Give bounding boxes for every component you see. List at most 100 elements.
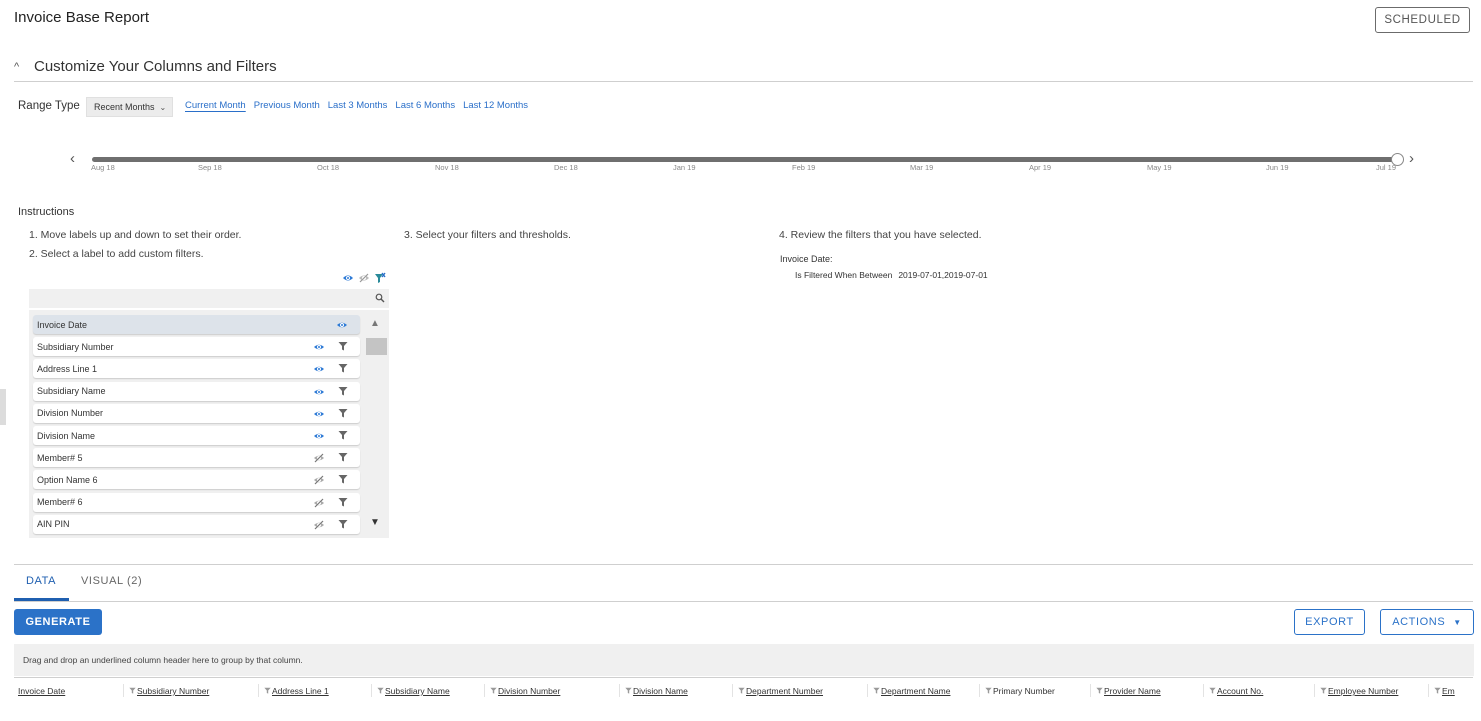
column-resize-handle[interactable] [371, 684, 372, 697]
grid-column-header[interactable]: Invoice Date [18, 686, 65, 696]
eye-icon[interactable] [313, 341, 325, 355]
column-resize-handle[interactable] [619, 684, 620, 697]
filter-icon[interactable] [338, 341, 348, 353]
range-link-current-month[interactable]: Current Month [185, 100, 246, 111]
column-list-item[interactable]: Member# 5 [33, 448, 360, 468]
eye-icon[interactable] [313, 363, 325, 377]
grid-column-header[interactable]: Provider Name [1096, 686, 1161, 696]
scroll-down-icon[interactable]: ▼ [370, 517, 380, 528]
column-list-item[interactable]: Member# 6 [33, 492, 360, 512]
grid-column-header[interactable]: Em [1434, 686, 1455, 696]
grid-column-header[interactable]: Department Name [873, 686, 950, 696]
column-list-item[interactable]: AIN PIN [33, 514, 360, 534]
filter-icon[interactable] [338, 386, 348, 398]
column-search-input[interactable] [29, 289, 389, 308]
scroll-up-icon[interactable]: ▲ [370, 318, 380, 329]
range-type-select[interactable]: Recent Months ⌄ [86, 97, 173, 117]
review-value: 2019-07-01,2019-07-01 [898, 270, 988, 280]
column-list-item[interactable]: Subsidiary Name [33, 381, 360, 401]
side-panel-handle[interactable] [0, 389, 6, 425]
eye-icon[interactable] [336, 319, 348, 333]
column-filter-icon[interactable] [490, 686, 498, 696]
column-filter-icon[interactable] [738, 686, 746, 696]
range-link-last-12-months[interactable]: Last 12 Months [463, 100, 528, 111]
review-filter-line: Is Filtered When Between 2019-07-01,2019-… [795, 270, 988, 280]
column-resize-handle[interactable] [1314, 684, 1315, 697]
column-filter-icon[interactable] [264, 686, 272, 696]
grid-column-header[interactable]: Primary Number [985, 686, 1055, 696]
filter-icon[interactable] [338, 474, 348, 486]
grid-column-header-label: Department Number [746, 686, 824, 696]
column-list-item[interactable]: Address Line 1 [33, 359, 360, 379]
column-resize-handle[interactable] [123, 684, 124, 697]
timeline-prev-icon[interactable]: ‹ [70, 150, 75, 167]
group-by-drop-zone[interactable]: Drag and drop an underlined column heade… [14, 644, 1474, 676]
filter-icon[interactable] [338, 497, 348, 509]
range-link-last-3-months[interactable]: Last 3 Months [328, 100, 388, 111]
column-resize-handle[interactable] [258, 684, 259, 697]
actions-button[interactable]: ACTIONS ▼ [1380, 609, 1474, 635]
generate-button[interactable]: GENERATE [14, 609, 102, 635]
column-filter-icon[interactable] [1320, 686, 1328, 696]
tab-visual[interactable]: VISUAL (2) [81, 575, 142, 587]
column-filter-icon[interactable] [625, 686, 633, 696]
column-filter-icon[interactable] [129, 686, 137, 696]
timeline-track[interactable] [92, 157, 1400, 162]
tab-data[interactable]: DATA [26, 575, 56, 587]
grid-column-header[interactable]: Department Number [738, 686, 823, 696]
section-divider [14, 81, 1473, 82]
range-link-last-6-months[interactable]: Last 6 Months [395, 100, 455, 111]
column-filter-icon[interactable] [1096, 686, 1104, 696]
filter-icon[interactable] [338, 430, 348, 442]
column-filter-icon[interactable] [985, 686, 993, 696]
grid-column-header[interactable]: Subsidiary Number [129, 686, 209, 696]
column-filter-icon[interactable] [1434, 686, 1442, 696]
range-type-label: Range Type [18, 100, 80, 112]
customize-section-toggle[interactable]: ^ Customize Your Columns and Filters [14, 58, 277, 75]
scheduled-button[interactable]: SCHEDULED [1375, 7, 1470, 33]
grid-column-header[interactable]: Address Line 1 [264, 686, 329, 696]
instruction-step-3: 3. Select your filters and thresholds. [404, 229, 571, 241]
grid-column-header[interactable]: Account No. [1209, 686, 1263, 696]
grid-column-header[interactable]: Division Number [490, 686, 560, 696]
timeline-tick-label: Jul 19 [1376, 163, 1397, 172]
eye-slash-icon[interactable] [313, 474, 325, 488]
scrollbar-thumb[interactable] [366, 338, 387, 355]
grid-column-header[interactable]: Division Name [625, 686, 688, 696]
eye-icon[interactable] [313, 386, 325, 400]
column-filter-icon[interactable] [1209, 686, 1217, 696]
range-link-previous-month[interactable]: Previous Month [254, 100, 320, 111]
column-list-item[interactable]: Invoice Date [33, 315, 360, 334]
column-list-item[interactable]: Division Name [33, 426, 360, 445]
column-resize-handle[interactable] [1203, 684, 1204, 697]
column-resize-handle[interactable] [1428, 684, 1429, 697]
search-icon [375, 293, 385, 303]
filter-icon[interactable] [338, 408, 348, 420]
filter-icon[interactable] [338, 519, 348, 531]
eye-icon[interactable] [313, 408, 325, 422]
show-all-eye-icon[interactable] [342, 272, 354, 284]
clear-filters-icon[interactable] [374, 272, 386, 284]
hide-all-eye-icon[interactable] [358, 272, 370, 284]
column-list-item[interactable]: Subsidiary Number [33, 337, 360, 357]
column-resize-handle[interactable] [979, 684, 980, 697]
column-list-item[interactable]: Division Number [33, 403, 360, 423]
filter-icon[interactable] [338, 452, 348, 464]
column-resize-handle[interactable] [867, 684, 868, 697]
grid-column-header[interactable]: Subsidiary Name [377, 686, 450, 696]
eye-slash-icon[interactable] [313, 519, 325, 533]
column-list-item[interactable]: Option Name 6 [33, 470, 360, 490]
eye-icon[interactable] [313, 430, 325, 444]
column-filter-icon[interactable] [873, 686, 881, 696]
column-resize-handle[interactable] [1090, 684, 1091, 697]
column-filter-icon[interactable] [377, 686, 385, 696]
column-resize-handle[interactable] [732, 684, 733, 697]
export-button[interactable]: EXPORT [1294, 609, 1365, 635]
column-resize-handle[interactable] [484, 684, 485, 697]
timeline-next-icon[interactable]: › [1409, 150, 1414, 167]
eye-slash-icon[interactable] [313, 497, 325, 511]
eye-slash-icon[interactable] [313, 452, 325, 466]
grid-column-header[interactable]: Employee Number [1320, 686, 1398, 696]
filter-icon[interactable] [338, 363, 348, 375]
timeline-tick-label: Mar 19 [910, 163, 934, 172]
